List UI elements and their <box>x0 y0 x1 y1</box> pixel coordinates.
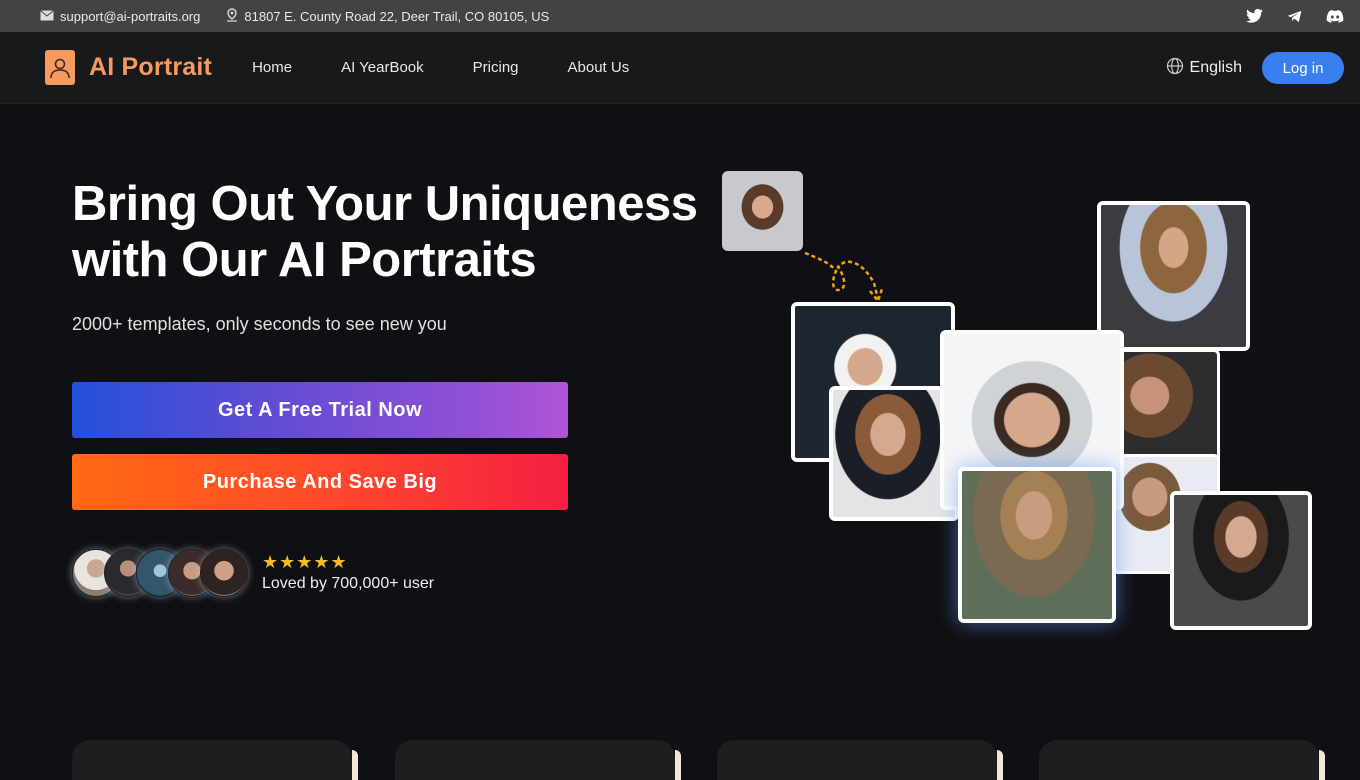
hero-title-line-1: Bring Out Your Uniqueness <box>72 177 698 231</box>
free-trial-button[interactable]: Get A Free Trial Now <box>72 382 568 438</box>
nav-menu: Home AI YearBook Pricing About Us <box>252 59 678 76</box>
original-selfie-photo <box>722 171 803 251</box>
email-text: support@ai-portraits.org <box>60 8 201 24</box>
hero-section: Bring Out Your Uniqueness with Our AI Po… <box>0 104 1360 764</box>
dotted-arrow-icon <box>804 251 884 304</box>
portrait-soldier <box>958 467 1116 623</box>
language-selector[interactable]: English <box>1166 57 1242 80</box>
avatar <box>200 549 248 597</box>
nav-link-pricing[interactable]: Pricing <box>473 59 519 76</box>
globe-icon <box>1166 57 1184 80</box>
rating-block: ★★★★★ Loved by 700,000+ user <box>262 553 434 593</box>
login-button[interactable]: Log in <box>1262 52 1344 84</box>
five-star-rating-icon: ★★★★★ <box>262 552 348 572</box>
portrait-business-woman <box>1170 491 1312 630</box>
social-links <box>1246 0 1344 32</box>
brand-name: AI Portrait <box>89 53 213 81</box>
nav-link-ai-yearbook[interactable]: AI YearBook <box>341 59 424 76</box>
main-navigation: AI Portrait Home AI YearBook Pricing Abo… <box>0 32 1360 104</box>
feature-card <box>395 740 681 780</box>
mail-icon <box>40 9 54 24</box>
hero-subtitle: 2000+ templates, only seconds to see new… <box>72 314 447 334</box>
feature-card <box>717 740 1003 780</box>
telegram-icon[interactable] <box>1287 10 1302 23</box>
twitter-icon[interactable] <box>1246 9 1263 23</box>
portrait-doctor <box>1097 201 1250 351</box>
loved-by-text: Loved by 700,000+ user <box>262 575 435 592</box>
top-contact-bar: support@ai-portraits.org 81807 E. County… <box>0 0 1360 32</box>
language-label: English <box>1189 59 1242 76</box>
social-proof: ★★★★★ Loved by 700,000+ user <box>72 549 434 597</box>
address-text: 81807 E. County Road 22, Deer Trail, CO … <box>244 8 550 24</box>
hero-title-line-2: with Our AI Portraits <box>72 233 537 287</box>
brand-logo[interactable]: AI Portrait <box>45 50 212 85</box>
feature-card <box>1039 740 1325 780</box>
contact-address: 81807 E. County Road 22, Deer Trail, CO … <box>226 7 550 25</box>
discord-icon[interactable] <box>1326 9 1344 23</box>
user-avatars <box>72 549 248 597</box>
contact-email[interactable]: support@ai-portraits.org <box>40 9 200 24</box>
purchase-button[interactable]: Purchase And Save Big <box>72 454 568 510</box>
nav-link-home[interactable]: Home <box>252 59 292 76</box>
location-pin-icon <box>226 7 238 25</box>
user-portrait-icon <box>45 50 75 85</box>
nav-actions: English Log in <box>1166 32 1344 104</box>
feature-card <box>72 740 358 780</box>
hero-title: Bring Out Your Uniqueness with Our AI Po… <box>72 176 698 288</box>
nav-link-about-us[interactable]: About Us <box>568 59 630 76</box>
